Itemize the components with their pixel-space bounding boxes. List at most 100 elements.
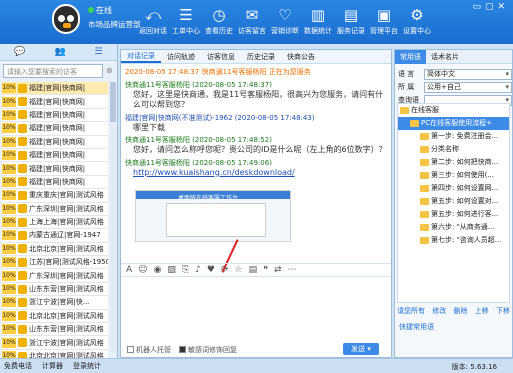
delete-button[interactable]: 删除	[454, 306, 468, 316]
avatar[interactable]	[52, 4, 80, 34]
tree-node[interactable]: 第五步: 如何设置对...	[398, 195, 509, 208]
visitor-row[interactable]: 10% 山东东营|官网|测试风格	[2, 323, 108, 337]
visitor-row[interactable]: 10% 上海上海|官网|测试风格	[2, 215, 108, 230]
tree-node[interactable]: 在线客服	[398, 104, 509, 117]
edit-button[interactable]: 修改	[432, 306, 446, 316]
star-icon[interactable]: ☆	[235, 265, 243, 275]
browser-icon	[18, 271, 27, 281]
tree-node[interactable]: 第七步: "咨询人员超...	[398, 234, 509, 247]
visitor-row[interactable]: 10% 广东深圳|官网|测试风格	[2, 269, 108, 283]
visitor-row[interactable]: 10% 重庆重庆|官网|测试风格	[2, 189, 108, 203]
tab-visit-track[interactable]: 访问轨迹	[161, 52, 201, 62]
message-header: 福建|官网|快商网(不准测试)-1962 (2020-08-05 17:48:4…	[125, 113, 315, 122]
data-stats-button[interactable]: ▥ 数据统计	[303, 4, 333, 36]
tab-script-card[interactable]: 话术名片	[426, 50, 464, 64]
move-up-button[interactable]: 上移	[475, 306, 489, 316]
history-button[interactable]: ◷ 查看历史	[204, 4, 234, 36]
owner-select[interactable]: 所 属公用+自己	[398, 81, 512, 93]
window-controls[interactable]: ▭▢✕	[472, 2, 509, 12]
browser-icon	[18, 284, 27, 294]
folder-icon	[420, 197, 429, 205]
tree-node[interactable]: 第二步: 如何把快商...	[398, 156, 509, 169]
transfer-icon[interactable]: ⇄	[274, 265, 282, 275]
screenshot-icon[interactable]: ◉	[154, 265, 162, 275]
visitor-row[interactable]: 10% 内蒙古通辽|官网-1947	[2, 229, 108, 243]
tab-announcement[interactable]: 快商公告	[281, 52, 321, 62]
free-call-button[interactable]: 免费电话	[4, 361, 32, 371]
visitor-row[interactable]: 10% 福建|官网|快商网|	[2, 148, 108, 163]
quick-phrases-link[interactable]: 快捷常用语	[399, 322, 434, 332]
visitor-row[interactable]: 10% 福建|官网|快商网|	[2, 162, 108, 176]
move-down-button[interactable]: 下移	[496, 306, 510, 316]
visitor-row[interactable]: 10% 福建|官网|快商网|	[2, 135, 108, 149]
visitor-row[interactable]: 10% 广东深圳|官网|测试风格	[2, 202, 108, 216]
tree-node[interactable]: PC在线客服使用流程+	[398, 117, 509, 130]
visitor-row[interactable]: 10% 福建|官网|快商网|	[2, 122, 108, 136]
tab-chat-record[interactable]: 对话记录	[121, 51, 161, 63]
browser-icon	[18, 204, 27, 214]
service-record-button[interactable]: ▤ 服务记录	[336, 4, 366, 36]
visitor-name: 福建|官网|快商网|	[29, 177, 86, 186]
tab-common-phrases[interactable]: 常用语	[395, 49, 426, 64]
tree-node[interactable]: 第六步: "从商务通...	[398, 221, 509, 234]
visitor-row[interactable]: 10% 福建|官网|快商网|	[2, 82, 108, 96]
settings-center-button[interactable]: ⚙ 设置中心	[402, 4, 432, 36]
marketing-diagnosis-button[interactable]: ♡ 营销诊断	[270, 4, 300, 36]
voice-icon[interactable]: ♪	[195, 265, 201, 275]
image-icon[interactable]: ▨	[167, 265, 176, 275]
visitor-search-input[interactable]: 请输入您要搜索的访客	[3, 64, 103, 78]
visitor-row[interactable]: 10% 福建|官网|快商网|	[2, 95, 108, 109]
tree-node[interactable]: 分类名称	[398, 143, 509, 156]
visitor-list-scrollbar[interactable]	[110, 82, 116, 352]
return-chat-button[interactable]: ⤺ 返回对话	[138, 4, 168, 36]
browser-icon	[18, 110, 27, 120]
tree-node[interactable]: 第三步: 如何使用(...	[398, 169, 509, 182]
login-stats-button[interactable]: 登录统计	[73, 361, 101, 371]
file-icon[interactable]: ⎘	[182, 265, 189, 275]
download-link[interactable]: http://www.kuaishang.cn/deskdownload/	[125, 168, 387, 178]
management-platform-button[interactable]: ▣ 管理平台	[369, 4, 399, 36]
robot-checkbox[interactable]	[127, 346, 134, 353]
card-icon[interactable]: ▤	[249, 265, 258, 275]
visitor-row[interactable]: 10% 江苏|官网|测试风格-1950	[2, 256, 108, 270]
visitor-name: 福建|官网|快商网|	[29, 164, 86, 173]
quote-icon[interactable]: ❝	[263, 265, 268, 275]
contacts-tab-icon[interactable]: 👥	[54, 47, 65, 57]
like-icon[interactable]: ♥	[207, 265, 215, 275]
emoji-icon[interactable]: ☺	[138, 265, 147, 275]
message-input[interactable]	[121, 278, 391, 342]
match-badge: 10%	[2, 163, 16, 174]
tree-node[interactable]: 第四步: 如何设置网...	[398, 182, 509, 195]
shake-icon[interactable]: ⟳	[221, 265, 229, 275]
font-icon[interactable]: A	[126, 265, 132, 275]
visitor-row[interactable]: 10% 福建|官网|快商网|	[2, 108, 108, 123]
more-icon[interactable]: ⋯	[288, 265, 297, 275]
visitor-row[interactable]: 10% 北京北京|官网|测试风格	[2, 242, 108, 257]
visitor-row[interactable]: 10% 福建|官网|快商网|	[2, 175, 108, 190]
ticket-center-button[interactable]: ☰ 工单中心	[171, 4, 201, 36]
chat-tab-icon[interactable]: 💬	[14, 47, 25, 57]
select-all-button[interactable]: 请您所有	[397, 306, 425, 316]
list-tab-icon[interactable]: ☰	[95, 47, 103, 57]
send-button[interactable]: 发送 ▾	[343, 343, 379, 355]
visitor-row[interactable]: 10% 北京北京|官网|测试风格	[2, 309, 108, 324]
chat-panel: 对话记录 访问轨迹 访客信息 历史记录 快商公告 2020-08-05 17:4…	[120, 49, 392, 358]
match-badge: 10%	[2, 83, 16, 94]
tree-node[interactable]: 第五步: 如何进行客...	[398, 208, 509, 221]
visitor-name: 福建|官网|快商网|	[29, 97, 86, 106]
calculator-button[interactable]: 计算器	[42, 361, 63, 371]
search-clear-icon[interactable]: ⊗	[106, 66, 113, 75]
tree-node[interactable]: 第一步: 免费注册会...	[398, 130, 509, 143]
visitor-row[interactable]: 10% 浙江宁波|官网|快...	[2, 296, 108, 310]
tab-history[interactable]: 历史记录	[241, 52, 281, 62]
screenshot-preview[interactable]: 桌面版在线客服工作台	[135, 190, 291, 242]
tab-visitor-info[interactable]: 访客信息	[201, 52, 241, 62]
visitor-name: 广东深圳|官网|测试风格	[29, 271, 104, 280]
online-status[interactable]: 在线	[88, 5, 112, 16]
visitor-row[interactable]: 10% 山东东营|官网|测试风格	[2, 282, 108, 297]
visitor-message-button[interactable]: ✉ 访客留言	[237, 4, 267, 36]
visitor-row[interactable]: 10% 浙江宁波|官网|测试风格	[2, 336, 108, 350]
language-select[interactable]: 语 言简体中文	[398, 68, 512, 80]
sensitive-word-checkbox[interactable]	[179, 346, 186, 353]
version-label: 版本: 5.63.16	[451, 363, 497, 371]
